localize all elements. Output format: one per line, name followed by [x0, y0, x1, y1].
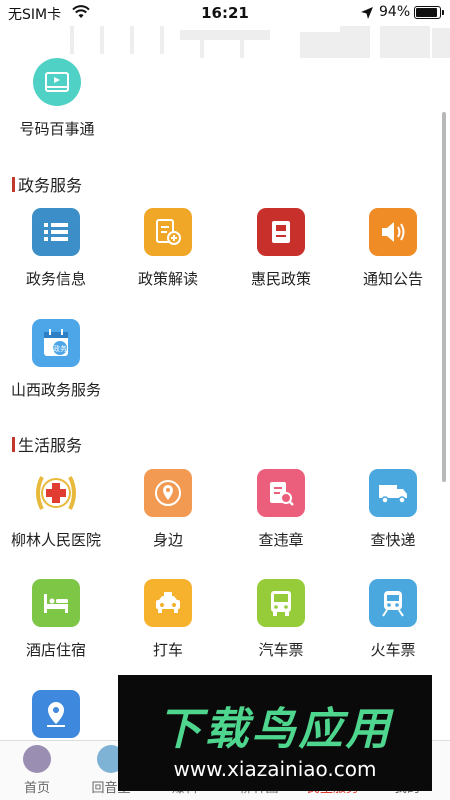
tile-label: 柳林人民医院: [10, 531, 101, 549]
tile-cha-kuaidi[interactable]: 查快递: [338, 469, 448, 550]
video-card-icon: [33, 58, 81, 106]
hospital-cross-icon: [32, 469, 80, 517]
tile-label: 汽车票: [258, 641, 304, 659]
tile-label: 查违章: [258, 531, 304, 549]
battery-icon: [414, 6, 444, 19]
battery-percent: 94%: [379, 4, 411, 20]
service-list: 号码百事通 政务服务 政务信息 政策解读 惠民政策 通知公告 政务 山西政务服务: [0, 26, 450, 740]
tile-map[interactable]: [1, 690, 111, 740]
list-icon: [32, 208, 80, 256]
train-icon: [369, 579, 417, 627]
tile-shenbian[interactable]: 身边: [113, 469, 223, 550]
location-arrow-icon: [361, 7, 373, 19]
tile-haoma-baishitong[interactable]: 号码百事通: [2, 58, 112, 139]
tile-shanxi-zhengwu[interactable]: 政务 山西政务服务: [1, 319, 111, 400]
tile-label: 查快递: [370, 531, 416, 549]
section-title-text: 生活服务: [18, 436, 83, 455]
tile-label: 山西政务服务: [10, 381, 101, 399]
bed-icon: [32, 579, 80, 627]
tile-cha-weizhang[interactable]: 查违章: [226, 469, 336, 550]
tile-tongzhi-gonggao[interactable]: 通知公告: [338, 208, 448, 289]
map-pin-icon: [32, 690, 80, 738]
tile-zhengwu-xinxi[interactable]: 政务信息: [1, 208, 111, 289]
tile-huimin-zhengce[interactable]: 惠民政策: [226, 208, 336, 289]
tile-label: 火车票: [370, 641, 416, 659]
tile-label: 打车: [152, 641, 183, 659]
book-icon: [257, 208, 305, 256]
section-marker: [12, 436, 15, 452]
tile-dache[interactable]: 打车: [113, 579, 223, 660]
tile-huoche-piao[interactable]: 火车票: [338, 579, 448, 660]
section-title-life: 生活服务: [12, 432, 82, 456]
clipboard-search-icon: [257, 469, 305, 517]
section-marker: [12, 176, 15, 192]
truck-icon: [369, 469, 417, 517]
tile-label: 政策解读: [137, 270, 198, 288]
tile-label: 通知公告: [362, 270, 423, 288]
section-title-gov: 政务服务: [12, 172, 82, 196]
document-plus-icon: [144, 208, 192, 256]
status-bar: 无SIM卡 16:21 94%: [0, 0, 450, 26]
watermark-overlay: 下载鸟应用 www.xiazainiao.com: [118, 675, 432, 791]
home-avatar-icon: [23, 745, 51, 773]
watermark-title: 下载鸟应用: [157, 704, 393, 755]
bus-icon: [257, 579, 305, 627]
tile-label: 身边: [152, 531, 183, 549]
watermark-url: www.xiazainiao.com: [173, 757, 377, 781]
svg-text:政务: 政务: [53, 344, 67, 353]
tile-zhengce-jiedu[interactable]: 政策解读: [113, 208, 223, 289]
tile-label: 酒店住宿: [25, 641, 86, 659]
tile-label: 政务信息: [25, 270, 86, 288]
speaker-icon: [369, 208, 417, 256]
taxi-icon: [144, 579, 192, 627]
tile-qiche-piao[interactable]: 汽车票: [226, 579, 336, 660]
tile-jiudian-zhusu[interactable]: 酒店住宿: [1, 579, 111, 660]
section-title-text: 政务服务: [18, 176, 83, 195]
calendar-badge-icon: 政务: [32, 319, 80, 367]
tile-label: 惠民政策: [250, 270, 311, 288]
location-pin-icon: [144, 469, 192, 517]
scrollbar[interactable]: [442, 112, 446, 482]
tile-liulin-hospital[interactable]: 柳林人民医院: [1, 469, 111, 550]
tile-label: 号码百事通: [19, 120, 95, 138]
